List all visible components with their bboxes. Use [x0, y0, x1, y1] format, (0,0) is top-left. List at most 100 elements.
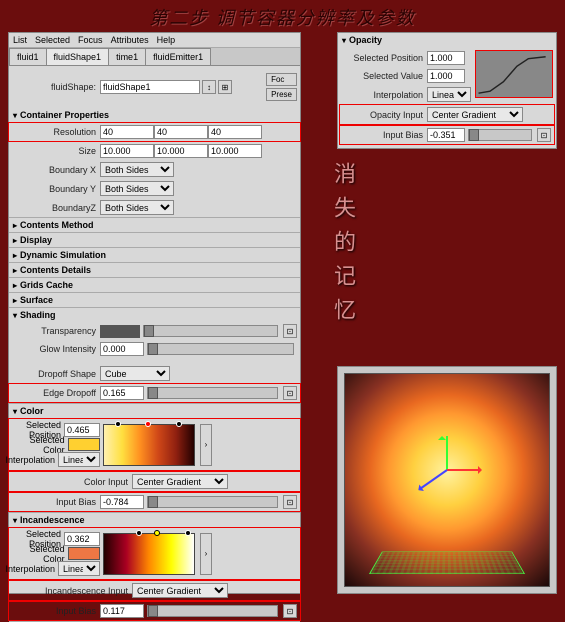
section-opacity[interactable]: Opacity: [338, 33, 556, 47]
interp-label: Interpolation: [5, 564, 55, 574]
section-incan[interactable]: Incandescence: [9, 513, 300, 527]
tab-fluidshape1[interactable]: fluidShape1: [46, 48, 110, 65]
size-z[interactable]: [208, 144, 262, 158]
ramp-stop-icon[interactable]: [154, 530, 160, 536]
axis-y-icon: [446, 436, 448, 470]
opacity-curve[interactable]: [475, 50, 553, 98]
boundaryz-label: BoundaryZ: [12, 203, 100, 213]
color-ramp[interactable]: [103, 424, 195, 466]
op-bias-label: Input Bias: [343, 130, 427, 140]
map-icon[interactable]: ⊡: [283, 386, 297, 400]
op-interp[interactable]: Linear: [427, 87, 471, 102]
tab-time1[interactable]: time1: [108, 48, 146, 65]
map-icon[interactable]: ⊡: [283, 495, 297, 509]
viewport[interactable]: [344, 373, 550, 587]
selcol-label: Selected Color: [12, 544, 65, 564]
incan-interp[interactable]: Linear: [58, 561, 100, 576]
section-display[interactable]: Display: [9, 233, 300, 247]
boundaryy-select[interactable]: Both Sides: [100, 181, 174, 196]
axis-z-icon: [419, 470, 448, 491]
watermark-text: 消失的记忆: [327, 162, 359, 332]
colorinput-label: Color Input: [12, 477, 132, 487]
section-color[interactable]: Color: [9, 404, 300, 418]
section-dynsim[interactable]: Dynamic Simulation: [9, 248, 300, 262]
section-contents[interactable]: Contents Method: [9, 218, 300, 232]
edge-input[interactable]: [100, 386, 144, 400]
color-selpos[interactable]: [64, 423, 100, 437]
boundaryy-label: Boundary Y: [12, 184, 100, 194]
incan-bias-slider[interactable]: [147, 605, 278, 617]
incan-ramp[interactable]: [103, 533, 195, 575]
incan-selpos[interactable]: [64, 532, 100, 546]
glow-slider[interactable]: [147, 343, 294, 355]
menu-help[interactable]: Help: [157, 35, 176, 45]
section-shading[interactable]: Shading: [9, 308, 300, 322]
op-bias-slider[interactable]: [468, 129, 532, 141]
focus-button[interactable]: Foc: [266, 73, 297, 86]
interp-label: Interpolation: [5, 455, 55, 465]
menu-list[interactable]: List: [13, 35, 27, 45]
menu-focus[interactable]: Focus: [78, 35, 103, 45]
op-interp-label: Interpolation: [343, 90, 427, 100]
color-bias[interactable]: [100, 495, 144, 509]
menu-attributes[interactable]: Attributes: [111, 35, 149, 45]
grid-floor: [369, 552, 525, 574]
map-icon[interactable]: ⊡: [283, 324, 297, 338]
op-selval[interactable]: [427, 69, 465, 83]
attribute-editor: List Selected Focus Attributes Help flui…: [8, 32, 301, 594]
axis-x-icon: [447, 469, 481, 471]
size-x[interactable]: [100, 144, 154, 158]
resolution-y[interactable]: [154, 125, 208, 139]
inputbias-label: Input Bias: [12, 606, 100, 616]
inputbias-label: Input Bias: [12, 497, 100, 507]
incaninput-label: Incandescence Input: [12, 586, 132, 596]
color-interp[interactable]: Linear: [58, 452, 100, 467]
incaninput-select[interactable]: Center Gradient: [132, 583, 228, 598]
fluidshape-input[interactable]: [100, 80, 200, 94]
nav-down-icon[interactable]: ⊞: [218, 80, 232, 94]
resolution-z[interactable]: [208, 125, 262, 139]
selcol-label: Selected Color: [12, 435, 65, 455]
nav-up-icon[interactable]: ↕: [202, 80, 216, 94]
glow-input[interactable]: [100, 342, 144, 356]
ramp-stop-icon[interactable]: [145, 421, 151, 427]
ramp-expand-icon[interactable]: ›: [200, 533, 212, 575]
tabs: fluid1 fluidShape1 time1 fluidEmitter1: [9, 48, 300, 66]
section-gcache[interactable]: Grids Cache: [9, 278, 300, 292]
op-input-select[interactable]: Center Gradient: [427, 107, 523, 122]
boundaryz-select[interactable]: Both Sides: [100, 200, 174, 215]
map-icon[interactable]: ⊡: [537, 128, 551, 142]
dropoff-select[interactable]: Cube: [100, 366, 170, 381]
transparency-slider[interactable]: [143, 325, 278, 337]
color-bias-slider[interactable]: [147, 496, 278, 508]
boundaryx-select[interactable]: Both Sides: [100, 162, 174, 177]
transparency-swatch[interactable]: [100, 325, 140, 338]
incan-swatch[interactable]: [68, 547, 100, 560]
section-surface[interactable]: Surface: [9, 293, 300, 307]
section-cdet[interactable]: Contents Details: [9, 263, 300, 277]
resolution-label: Resolution: [12, 127, 100, 137]
section-container[interactable]: Container Properties: [9, 108, 300, 122]
presets-button[interactable]: Prese: [266, 88, 297, 101]
opacity-panel: Opacity Selected Position Selected Value…: [337, 32, 557, 149]
resolution-x[interactable]: [100, 125, 154, 139]
ramp-stop-icon[interactable]: [136, 530, 142, 536]
ramp-stop-icon[interactable]: [115, 421, 121, 427]
size-label: Size: [12, 146, 100, 156]
colorinput-select[interactable]: Center Gradient: [132, 474, 228, 489]
viewport-panel: [337, 366, 557, 594]
map-icon[interactable]: ⊡: [283, 604, 297, 618]
menu-selected[interactable]: Selected: [35, 35, 70, 45]
edge-slider[interactable]: [147, 387, 278, 399]
ramp-stop-icon[interactable]: [176, 421, 182, 427]
op-bias[interactable]: [427, 128, 465, 142]
size-y[interactable]: [154, 144, 208, 158]
op-input-label: Opacity Input: [343, 110, 427, 120]
op-selpos[interactable]: [427, 51, 465, 65]
ramp-expand-icon[interactable]: ›: [200, 424, 212, 466]
tab-fluidemitter1[interactable]: fluidEmitter1: [145, 48, 211, 65]
tab-fluid1[interactable]: fluid1: [9, 48, 47, 65]
incan-bias[interactable]: [100, 604, 144, 618]
ramp-stop-icon[interactable]: [185, 530, 191, 536]
color-swatch[interactable]: [68, 438, 100, 451]
